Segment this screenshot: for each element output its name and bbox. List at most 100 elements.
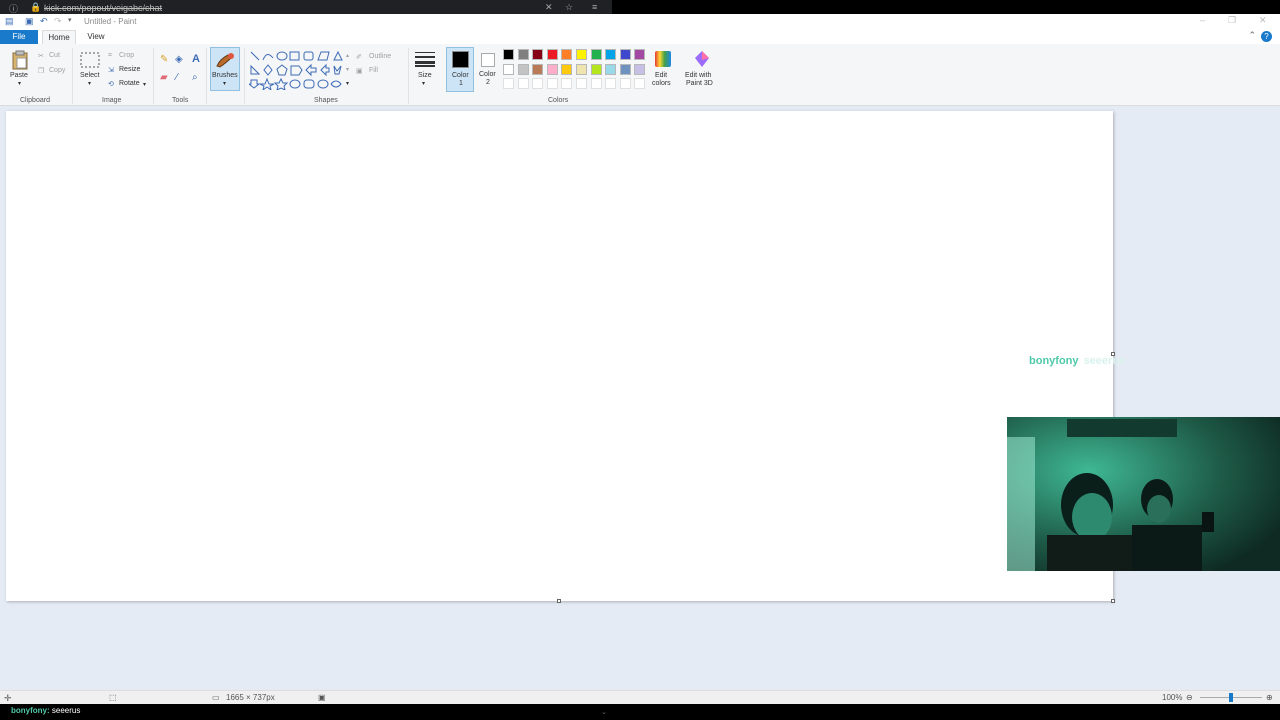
star-icon[interactable]: ☆ (565, 2, 573, 13)
palette-swatch-empty[interactable] (561, 78, 573, 89)
shapes-scroll-down-icon[interactable]: ▾ (346, 66, 349, 73)
palette-swatch-empty[interactable] (619, 78, 631, 89)
rotate-icon: ⟲ (108, 81, 114, 88)
outline-button[interactable]: Outline (369, 53, 391, 60)
canvas-size-text: 1665 × 737px (226, 693, 275, 702)
shapes-gallery[interactable] (249, 50, 345, 90)
palette-swatch[interactable] (532, 63, 544, 75)
palette-swatch[interactable] (503, 63, 514, 75)
tab-home[interactable]: Home (42, 30, 76, 44)
shapes-scroll-up-icon[interactable]: ▴ (346, 52, 349, 59)
edit-paint3d-button[interactable]: Edit with Paint 3D (683, 48, 719, 92)
select-dropdown-icon: ▾ (88, 81, 92, 87)
color-picker-icon[interactable]: ⁄ (176, 72, 178, 83)
lock-icon: 🔒 (30, 2, 42, 12)
zoom-out-icon[interactable]: ⊖ (1186, 693, 1193, 702)
color-wheel-icon (655, 51, 671, 67)
undo-icon[interactable]: ↶ (40, 16, 48, 27)
palette-swatch-empty[interactable] (517, 78, 529, 89)
resize-button[interactable]: Resize (119, 66, 140, 73)
pencil-icon[interactable]: ✎ (160, 54, 168, 65)
line-size-icon (415, 52, 435, 67)
rotate-button[interactable]: Rotate (119, 80, 140, 87)
address-bar[interactable]: kick.com/popout/veigabc/chat (44, 3, 162, 13)
menu-icon[interactable]: ≡ (592, 2, 597, 12)
eraser-icon[interactable]: ▰ (160, 72, 168, 83)
copy-button[interactable]: Copy (49, 67, 65, 74)
separator (206, 48, 207, 104)
close-icon[interactable]: ✕ (1259, 15, 1267, 26)
cut-button[interactable]: Cut (49, 52, 60, 59)
palette-swatch[interactable] (605, 49, 617, 60)
palette-swatch[interactable] (590, 63, 602, 75)
palette-swatch-empty[interactable] (605, 78, 617, 89)
palette-swatch[interactable] (619, 49, 631, 60)
separator (408, 48, 409, 104)
text-tool-icon[interactable]: A (192, 53, 200, 65)
select-button[interactable]: Select ▾ (78, 48, 102, 90)
color1-button[interactable]: Color 1 (446, 47, 474, 92)
paste-button[interactable]: Paste ▾ (8, 48, 32, 90)
redo-icon[interactable]: ↷ (54, 16, 62, 27)
help-icon[interactable]: ? (1261, 31, 1272, 42)
edit-colors-line1: Edit (655, 72, 668, 79)
image-group-label: Image (102, 97, 122, 104)
black-bar (612, 0, 1280, 14)
palette-swatch[interactable] (532, 49, 544, 60)
edit-colors-button[interactable]: Edit colors (649, 48, 677, 92)
palette-swatch[interactable] (590, 49, 602, 60)
drawing-canvas[interactable] (6, 111, 1113, 601)
palette-swatch-empty[interactable] (576, 78, 587, 89)
palette-swatch[interactable] (619, 63, 631, 75)
palette-swatch[interactable] (503, 49, 514, 60)
translate-icon[interactable]: ✕ (545, 2, 553, 13)
palette-swatch[interactable] (561, 49, 573, 60)
palette-swatch[interactable] (517, 63, 529, 75)
chevron-down-icon[interactable]: ⌄ (601, 708, 607, 716)
palette-swatch-empty[interactable] (532, 78, 544, 89)
palette-swatch-empty[interactable] (634, 78, 646, 89)
selection-size-icon: ⬚ (109, 693, 117, 702)
size-button[interactable]: Size ▾ (412, 48, 438, 92)
customize-qat-icon[interactable]: ▾ (68, 16, 72, 24)
zoom-in-icon[interactable]: ⊕ (1266, 693, 1273, 702)
bottom-chat-message: bonyfony: seeerus (11, 706, 80, 715)
paint3d-line2: Paint 3D (686, 80, 713, 87)
bottom-chat-text: seeerus (49, 706, 81, 715)
shapes-expand-icon[interactable]: ▾ (346, 80, 349, 87)
tab-view[interactable]: View (82, 30, 110, 44)
minimize-icon[interactable]: – (1200, 15, 1205, 25)
paint-app-icon: ▤ (5, 16, 14, 26)
palette-swatch[interactable] (546, 63, 558, 75)
palette-swatch[interactable] (605, 63, 617, 75)
crop-button[interactable]: Crop (119, 52, 134, 59)
paint3d-line1: Edit with (685, 72, 712, 79)
resize-handle-corner[interactable] (1111, 599, 1115, 603)
palette-swatch[interactable] (634, 49, 646, 60)
tab-file[interactable]: File (0, 30, 38, 44)
info-icon[interactable]: ⓘ (9, 2, 18, 14)
clipboard-group-label: Clipboard (20, 97, 50, 104)
zoom-level: 100% (1162, 693, 1183, 702)
palette-swatch[interactable] (576, 63, 587, 75)
brushes-button[interactable]: Brushes ▾ (210, 47, 240, 91)
resize-handle-bottom[interactable] (557, 599, 561, 603)
fill-bucket-icon[interactable]: ◈ (175, 54, 183, 65)
fill-button[interactable]: Fill (369, 67, 378, 74)
palette-swatch-empty[interactable] (503, 78, 514, 89)
palette-swatch-empty[interactable] (590, 78, 602, 89)
color2-button[interactable]: Color 2 (476, 47, 502, 92)
palette-swatch[interactable] (546, 49, 558, 60)
ribbon-collapse-icon[interactable]: ⌃ (1248, 30, 1256, 41)
magnifier-icon[interactable]: ⌕ (192, 72, 198, 83)
webcam-overlay (1007, 417, 1280, 571)
palette-swatch[interactable] (561, 63, 573, 75)
zoom-slider-thumb[interactable] (1229, 693, 1233, 702)
rotate-dropdown-icon[interactable]: ▾ (143, 81, 146, 88)
save-icon[interactable]: ▣ (25, 16, 34, 27)
palette-swatch[interactable] (517, 49, 529, 60)
palette-swatch-empty[interactable] (546, 78, 558, 89)
palette-swatch[interactable] (576, 49, 587, 60)
palette-swatch[interactable] (634, 63, 646, 75)
maximize-icon[interactable]: ❐ (1228, 15, 1236, 26)
